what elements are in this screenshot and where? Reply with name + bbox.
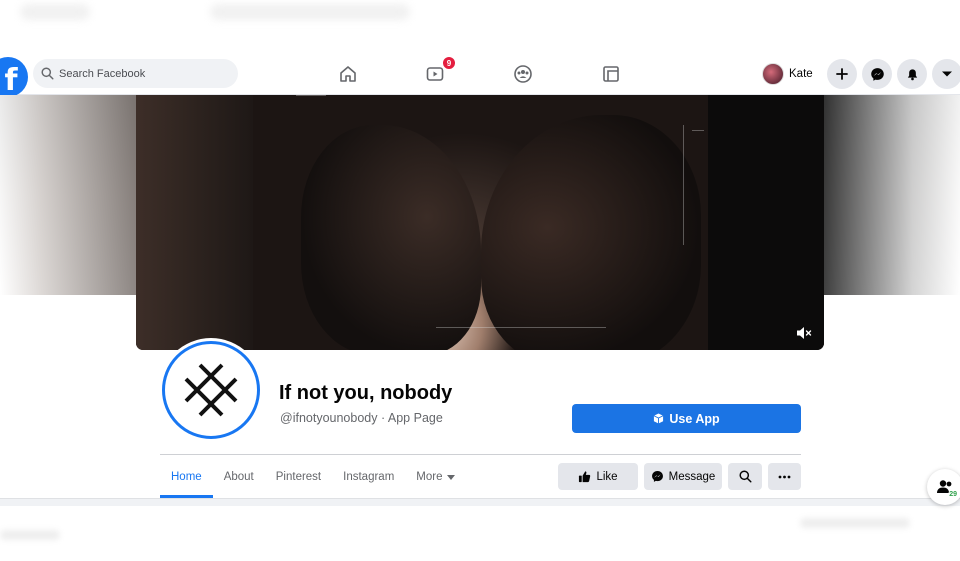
- gaming-tab[interactable]: [600, 63, 622, 85]
- video-overlay-line: [683, 125, 684, 245]
- tab-label: About: [223, 471, 254, 483]
- mute-icon[interactable]: [796, 326, 812, 340]
- use-app-button[interactable]: Use App: [572, 404, 801, 433]
- messenger-icon: [870, 67, 884, 81]
- tab-label: More: [416, 471, 443, 483]
- tab-label: Home: [171, 471, 202, 483]
- cover-blur-right: [824, 95, 960, 295]
- blur-smudge: [0, 530, 60, 540]
- tab-label: Instagram: [343, 471, 395, 483]
- home-icon: [340, 66, 356, 82]
- facebook-page: f 9 Kate: [0, 0, 960, 561]
- watch-icon: [426, 67, 444, 81]
- messenger-icon: [651, 470, 663, 482]
- search-input[interactable]: [59, 67, 229, 80]
- search-icon: [41, 67, 54, 80]
- more-dots-icon: [778, 475, 791, 478]
- account-menu-icon: [942, 71, 952, 77]
- groups-tab[interactable]: [512, 63, 534, 85]
- page-handle: @ifnotyounobody · App Page: [280, 411, 443, 425]
- like-label: Like: [596, 470, 618, 483]
- tab-pinterest[interactable]: Pinterest: [265, 456, 332, 498]
- like-button[interactable]: Like: [558, 463, 638, 490]
- search-box[interactable]: [33, 59, 238, 88]
- watch-notification-badge: 9: [442, 56, 456, 70]
- cover-video-left-panel: [136, 95, 253, 350]
- page-tabs: Home About Pinterest Instagram More: [160, 456, 466, 498]
- facebook-logo-letter: f: [4, 62, 18, 98]
- contacts-button[interactable]: 29: [927, 469, 960, 505]
- tab-home[interactable]: Home: [160, 456, 213, 498]
- top-navigation-bar: f 9 Kate: [0, 52, 960, 98]
- online-contacts-count: 29: [948, 491, 958, 498]
- video-overlay-line: [296, 95, 326, 96]
- use-app-label: Use App: [669, 411, 720, 426]
- app-box-icon: [654, 413, 664, 424]
- tab-instagram[interactable]: Instagram: [332, 456, 405, 498]
- thumbs-up-icon: [579, 471, 591, 483]
- watch-tab[interactable]: 9: [424, 56, 456, 85]
- profile-shortcut[interactable]: Kate: [762, 61, 813, 87]
- account-menu-button[interactable]: [932, 59, 960, 89]
- create-button[interactable]: [827, 59, 857, 89]
- notifications-button[interactable]: [897, 59, 927, 89]
- tab-more[interactable]: More: [405, 456, 466, 498]
- blur-smudge: [20, 4, 90, 20]
- tab-about[interactable]: About: [213, 456, 265, 498]
- video-overlay-line: [436, 327, 606, 328]
- content-separator: [0, 498, 960, 506]
- blur-smudge: [210, 4, 410, 20]
- message-button[interactable]: Message: [644, 463, 722, 490]
- plus-icon: [836, 68, 848, 80]
- blur-smudge: [800, 518, 910, 528]
- page-profile-picture[interactable]: [162, 341, 260, 439]
- more-options-button[interactable]: [768, 463, 801, 490]
- cover-video-right-panel: [708, 95, 824, 350]
- messenger-button[interactable]: [862, 59, 892, 89]
- gaming-icon: [603, 66, 619, 82]
- search-page-button[interactable]: [728, 463, 762, 490]
- notifications-icon: [907, 68, 917, 80]
- cover-blur-left: [0, 95, 136, 295]
- search-icon: [738, 470, 752, 483]
- page-logo-icon: [184, 363, 238, 417]
- profile-name: Kate: [789, 68, 813, 80]
- cover-video[interactable]: [136, 95, 824, 350]
- avatar: [762, 63, 784, 85]
- tab-label: Pinterest: [275, 471, 322, 483]
- groups-icon: [514, 65, 532, 83]
- page-title: If not you, nobody: [279, 382, 453, 404]
- blurred-bottom-area: [0, 506, 960, 561]
- header-divider: [160, 454, 801, 455]
- message-label: Message: [668, 470, 716, 483]
- home-tab[interactable]: [337, 63, 359, 85]
- video-overlay-line: [692, 130, 704, 131]
- caret-down-icon: [447, 474, 456, 480]
- blurred-top-area: [0, 0, 960, 52]
- facebook-logo[interactable]: f: [0, 57, 28, 98]
